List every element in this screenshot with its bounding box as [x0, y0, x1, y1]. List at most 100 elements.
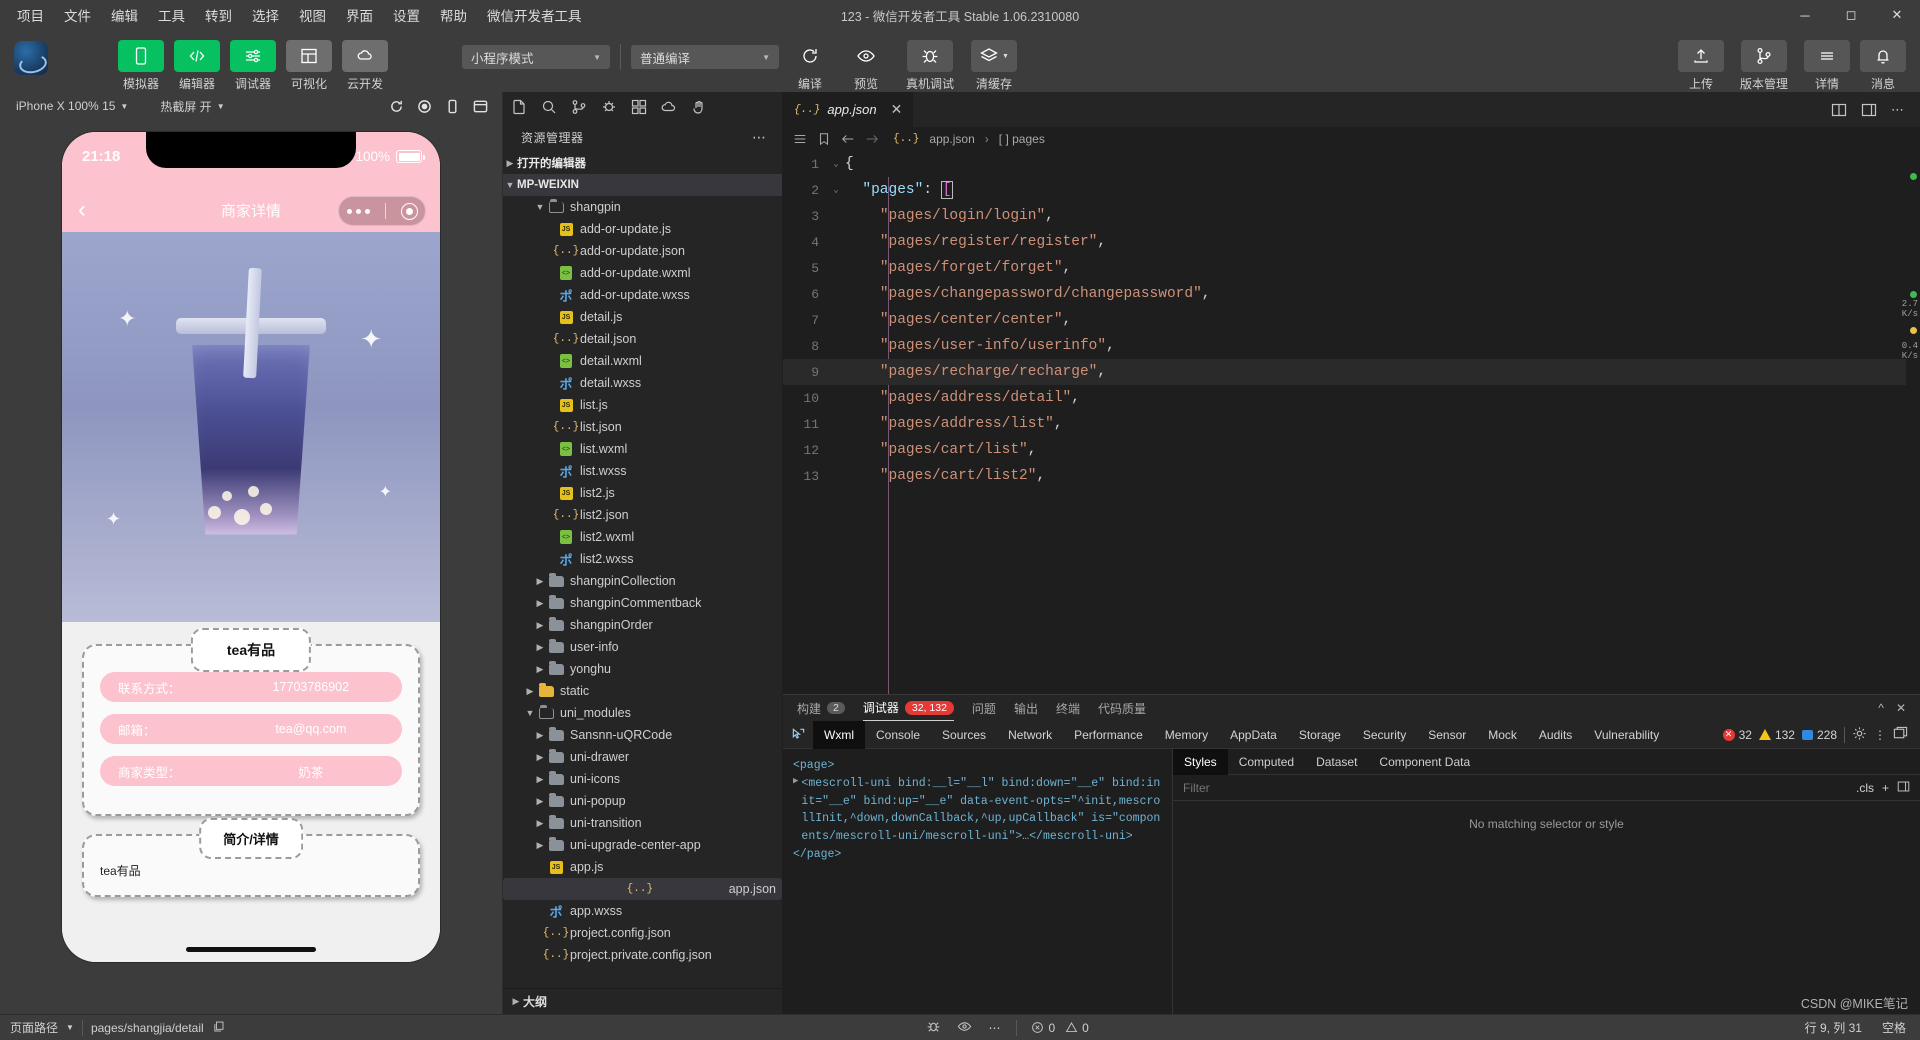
extensions-icon[interactable] [631, 99, 647, 115]
styles-tab-computed[interactable]: Computed [1228, 749, 1305, 775]
toolbar-button-消息[interactable]: 消息 [1858, 34, 1908, 92]
open-editors-row[interactable]: ▶ 打开的编辑器 [503, 152, 782, 174]
warning-count[interactable]: 132 [1758, 728, 1795, 742]
code-line[interactable]: 6 "pages/changepassword/changepassword", [783, 281, 1920, 307]
tree-item[interactable]: ▶<>detail.wxml [503, 350, 782, 372]
toolbar-button-云开发[interactable]: 云开发 [340, 34, 390, 92]
minimap[interactable] [1906, 151, 1920, 694]
tree-item[interactable]: ▶{..}project.private.config.json [503, 944, 782, 966]
code-line[interactable]: 4 "pages/register/register", [783, 229, 1920, 255]
toolbar-button-真机调试[interactable]: 真机调试 [897, 34, 963, 92]
inspector-tab-console[interactable]: Console [865, 721, 931, 749]
tree-item[interactable]: ▶JSlist2.js [503, 482, 782, 504]
code-line[interactable]: 2 ⌄ "pages": [ [783, 177, 1920, 203]
menu-item-3[interactable]: 工具 [149, 2, 194, 28]
compile-select[interactable]: 普通编译 ▼ [631, 45, 779, 69]
page-path-value[interactable]: pages/shangjia/detail [91, 1021, 204, 1035]
toolbar-button-调试器[interactable]: 调试器 [228, 34, 278, 92]
tree-item[interactable]: ▼ shangpin [503, 196, 782, 218]
menu-item-6[interactable]: 视图 [290, 2, 335, 28]
tree-item[interactable]: ▶JSdetail.js [503, 306, 782, 328]
devtools-tab-代码质量[interactable]: 代码质量 [1098, 695, 1146, 721]
files-icon[interactable] [511, 99, 527, 115]
editor-tab-app-json[interactable]: {..} app.json ✕ [783, 92, 915, 127]
tree-item[interactable]: ▶ポdetail.wxss [503, 372, 782, 394]
menu-item-10[interactable]: 微信开发者工具 [478, 2, 591, 28]
refresh-icon[interactable] [384, 95, 408, 117]
explorer-more-icon[interactable]: ⋯ [752, 129, 768, 146]
cursor-position[interactable]: 行 9, 列 31 [1805, 1019, 1862, 1036]
menu-item-0[interactable]: 项目 [8, 2, 53, 28]
code-line[interactable]: 10 "pages/address/detail", [783, 385, 1920, 411]
inspector-tab-sensor[interactable]: Sensor [1417, 721, 1477, 749]
bookmark-icon[interactable] [817, 132, 831, 146]
debug-icon[interactable] [601, 99, 617, 115]
back-icon[interactable]: ‹ [78, 198, 86, 222]
tree-item[interactable]: ▶ポapp.wxss [503, 900, 782, 922]
list-icon[interactable] [793, 132, 807, 146]
settings-gear-icon[interactable] [1852, 726, 1867, 744]
devtools-tab-调试器[interactable]: 调试器 32, 132 [862, 695, 954, 721]
tree-item[interactable]: ▶ shangpinCollection [503, 570, 782, 592]
wechat-capsule[interactable] [338, 196, 426, 226]
error-count[interactable]: ✕ 32 [1722, 728, 1752, 742]
tree-item[interactable]: ▶{..}project.config.json [503, 922, 782, 944]
tree-item[interactable]: ▶ uni-drawer [503, 746, 782, 768]
inspector-tab-audits[interactable]: Audits [1528, 721, 1583, 749]
code-line[interactable]: 3 "pages/login/login", [783, 203, 1920, 229]
tree-item[interactable]: ▶ shangpinOrder [503, 614, 782, 636]
tree-item[interactable]: ▶ uni-icons [503, 768, 782, 790]
close-icon[interactable]: ✕ [891, 101, 903, 118]
tree-item[interactable]: ▶<>list.wxml [503, 438, 782, 460]
inspector-tab-sources[interactable]: Sources [931, 721, 997, 749]
tree-item[interactable]: ▶ポlist2.wxss [503, 548, 782, 570]
inspector-tab-storage[interactable]: Storage [1288, 721, 1352, 749]
forward-arrow-icon[interactable] [865, 132, 879, 146]
tree-item[interactable]: ▶ uni-upgrade-center-app [503, 834, 782, 856]
chevron-right-icon[interactable]: ▶ [793, 775, 798, 846]
devtools-tab-构建[interactable]: 构建 2 [797, 695, 845, 721]
inspector-tab-network[interactable]: Network [997, 721, 1063, 749]
inspector-tab-vulnerability[interactable]: Vulnerability [1583, 721, 1670, 749]
style-panel-icon[interactable] [1897, 780, 1910, 796]
tree-item[interactable]: ▶ uni-transition [503, 812, 782, 834]
tree-item[interactable]: ▶ shangpinCommentback [503, 592, 782, 614]
toolbar-button-模拟器[interactable]: 模拟器 [116, 34, 166, 92]
inspector-tab-wxml[interactable]: Wxml [813, 720, 865, 749]
tree-item[interactable]: ▶ uni-popup [503, 790, 782, 812]
split-editor-icon[interactable] [1831, 102, 1847, 118]
screenshot-select[interactable]: 热截屏 开 ▼ [154, 96, 230, 117]
tree-item[interactable]: ▶ポadd-or-update.wxss [503, 284, 782, 306]
problems-summary[interactable]: 0 0 [1017, 1021, 1102, 1035]
minimize-icon[interactable]: ─ [1782, 0, 1828, 30]
cloud-icon[interactable] [661, 99, 677, 115]
cls-toggle[interactable]: .cls [1856, 781, 1874, 795]
tree-item[interactable]: ▶JSapp.js [503, 856, 782, 878]
close-icon[interactable]: ✕ [1874, 0, 1920, 30]
inspector-tab-appdata[interactable]: AppData [1219, 721, 1288, 749]
code-line[interactable]: 11 "pages/address/list", [783, 411, 1920, 437]
toolbar-button-上传[interactable]: 上传 [1676, 34, 1726, 92]
tree-item[interactable]: ▶ポlist.wxss [503, 460, 782, 482]
toolbar-button-清缓存[interactable]: ▼ 清缓存 [969, 34, 1019, 92]
breadcrumb-node[interactable]: [ ] pages [999, 132, 1045, 146]
tree-item[interactable]: ▼ uni_modules [503, 702, 782, 724]
tree-item[interactable]: ▶<>list2.wxml [503, 526, 782, 548]
tree-item[interactable]: ▶JSadd-or-update.js [503, 218, 782, 240]
inspector-tab-performance[interactable]: Performance [1063, 721, 1154, 749]
detach-simulator-icon[interactable] [468, 95, 492, 117]
fold-toggle-icon[interactable]: ⌄ [827, 159, 845, 169]
tree-item[interactable]: ▶{..}list2.json [503, 504, 782, 526]
mode-select[interactable]: 小程序模式 ▼ [462, 45, 610, 69]
collapse-icon[interactable]: ^ [1878, 701, 1884, 715]
toolbar-button-编辑器[interactable]: 编辑器 [172, 34, 222, 92]
code-line[interactable]: 12 "pages/cart/list", [783, 437, 1920, 463]
device-select[interactable]: iPhone X 100% 15 ▼ [10, 97, 134, 115]
dock-side-icon[interactable] [1893, 726, 1908, 744]
code-line[interactable]: 13 "pages/cart/list2", [783, 463, 1920, 489]
code-line[interactable]: 1 ⌄{ [783, 151, 1920, 177]
tree-item[interactable]: ▶JSlist.js [503, 394, 782, 416]
toolbar-button-可视化[interactable]: 可视化 [284, 34, 334, 92]
menu-item-4[interactable]: 转到 [196, 2, 241, 28]
close-icon[interactable]: ✕ [1896, 701, 1906, 715]
